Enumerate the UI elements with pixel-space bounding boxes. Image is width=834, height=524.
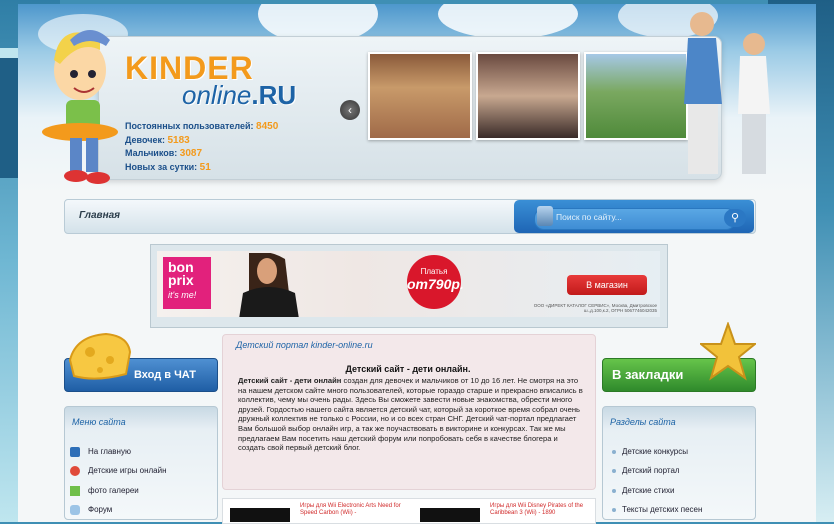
bullet-icon [612, 469, 616, 473]
promo-line1: Платья [420, 267, 448, 276]
menu-item-games[interactable]: Детские игры онлайн [88, 466, 167, 475]
slider-photo[interactable] [368, 52, 472, 140]
promo-badge: Платья от790р. [407, 255, 464, 309]
menu-item-gallery[interactable]: фото галереи [88, 486, 139, 495]
game-thumbnail[interactable] [420, 508, 480, 522]
stat-row: Новых за сутки: 51 [125, 161, 278, 175]
content-title: Детский сайт - дети онлайн. [345, 364, 471, 374]
home-icon [70, 447, 80, 457]
ad-banner[interactable]: bon prix it's me! Платья от790р. В магази… [157, 251, 660, 317]
games-icon [70, 466, 80, 476]
chat-button-label: Вход в ЧАТ [134, 369, 196, 381]
bookmark-button-label: В закладки [612, 367, 684, 382]
content-text: Детский сайт - дети онлайн создан для де… [238, 376, 584, 453]
stat-label: Новых за сутки: [125, 161, 198, 172]
content-body: создан для девочек и мальчиков от 10 до … [238, 376, 583, 453]
bonprix-brand: bon prix [168, 259, 194, 288]
menu-item-forum[interactable]: Форум [88, 505, 112, 514]
search-icon[interactable]: ⚲ [724, 209, 746, 227]
stat-label: Мальчиков: [125, 148, 178, 158]
menu-item-home[interactable]: На главную [88, 447, 131, 456]
section-item[interactable]: Детский портал [622, 466, 680, 475]
stat-value: 8450 [256, 121, 279, 132]
slider-photo[interactable] [476, 52, 580, 140]
game-link[interactable]: Игры для Wii Electronic Arts Need for Sp… [300, 503, 404, 517]
star-icon [700, 322, 756, 381]
forum-icon [70, 505, 80, 515]
section-item[interactable]: Детские конкурсы [622, 447, 688, 456]
teens-image [684, 12, 770, 174]
stat-row: Мальчиков: 3087 [125, 147, 278, 161]
shop-button[interactable]: В магазин [567, 275, 647, 295]
bonprix-slogan: it's me! [168, 290, 197, 300]
bullet-icon [612, 489, 616, 493]
photo-gallery-icon [70, 486, 80, 496]
section-item[interactable]: Тексты детских песен [622, 505, 702, 514]
nav-home-link[interactable]: Главная [79, 210, 120, 221]
bullet-icon [612, 508, 616, 512]
sections-title: Разделы сайта [610, 417, 676, 427]
stat-row: Девочек: 5183 [125, 134, 278, 148]
cheese-icon [68, 332, 132, 380]
model-image [239, 253, 299, 317]
logo-tld: .RU [251, 80, 297, 110]
menu-title: Меню сайта [72, 417, 126, 427]
portal-link[interactable]: Детский портал kinder-online.ru [236, 340, 373, 350]
ad-fine-print: ООО «ДИРЕКТ КАТАЛОГ СЕРВИС», Москва, Дми… [533, 303, 657, 313]
logo-online-text: online [182, 80, 252, 110]
stat-label: Девочек: [125, 134, 165, 145]
game-link[interactable]: Игры для Wii Disney Pirates of the Carib… [490, 503, 594, 517]
game-thumbnail[interactable] [230, 508, 290, 522]
mascot-boy-image [42, 30, 118, 184]
stat-label: Постоянных пользователей: [125, 121, 254, 131]
photo-slider: ‹ › [330, 52, 710, 164]
stat-value: 51 [199, 161, 211, 173]
logo-online[interactable]: online.RU [182, 80, 296, 111]
stat-value: 3087 [179, 148, 203, 159]
slider-prev-button[interactable]: ‹ [340, 100, 360, 120]
section-item[interactable]: Детские стихи [622, 486, 674, 495]
stat-value: 5183 [167, 134, 190, 146]
stat-row: Постоянных пользователей: 8450 [125, 120, 278, 134]
search-placeholder: Поиск по сайту... [556, 212, 622, 222]
content-lead: Детский сайт - дети онлайн [238, 376, 342, 385]
user-stats: Постоянных пользователей: 8450 Девочек: … [125, 120, 278, 174]
search-avatar-icon [537, 206, 553, 226]
bonprix-logo: bon prix it's me! [163, 257, 211, 309]
bullet-icon [612, 450, 616, 454]
promo-line2: от790р. [407, 276, 464, 292]
